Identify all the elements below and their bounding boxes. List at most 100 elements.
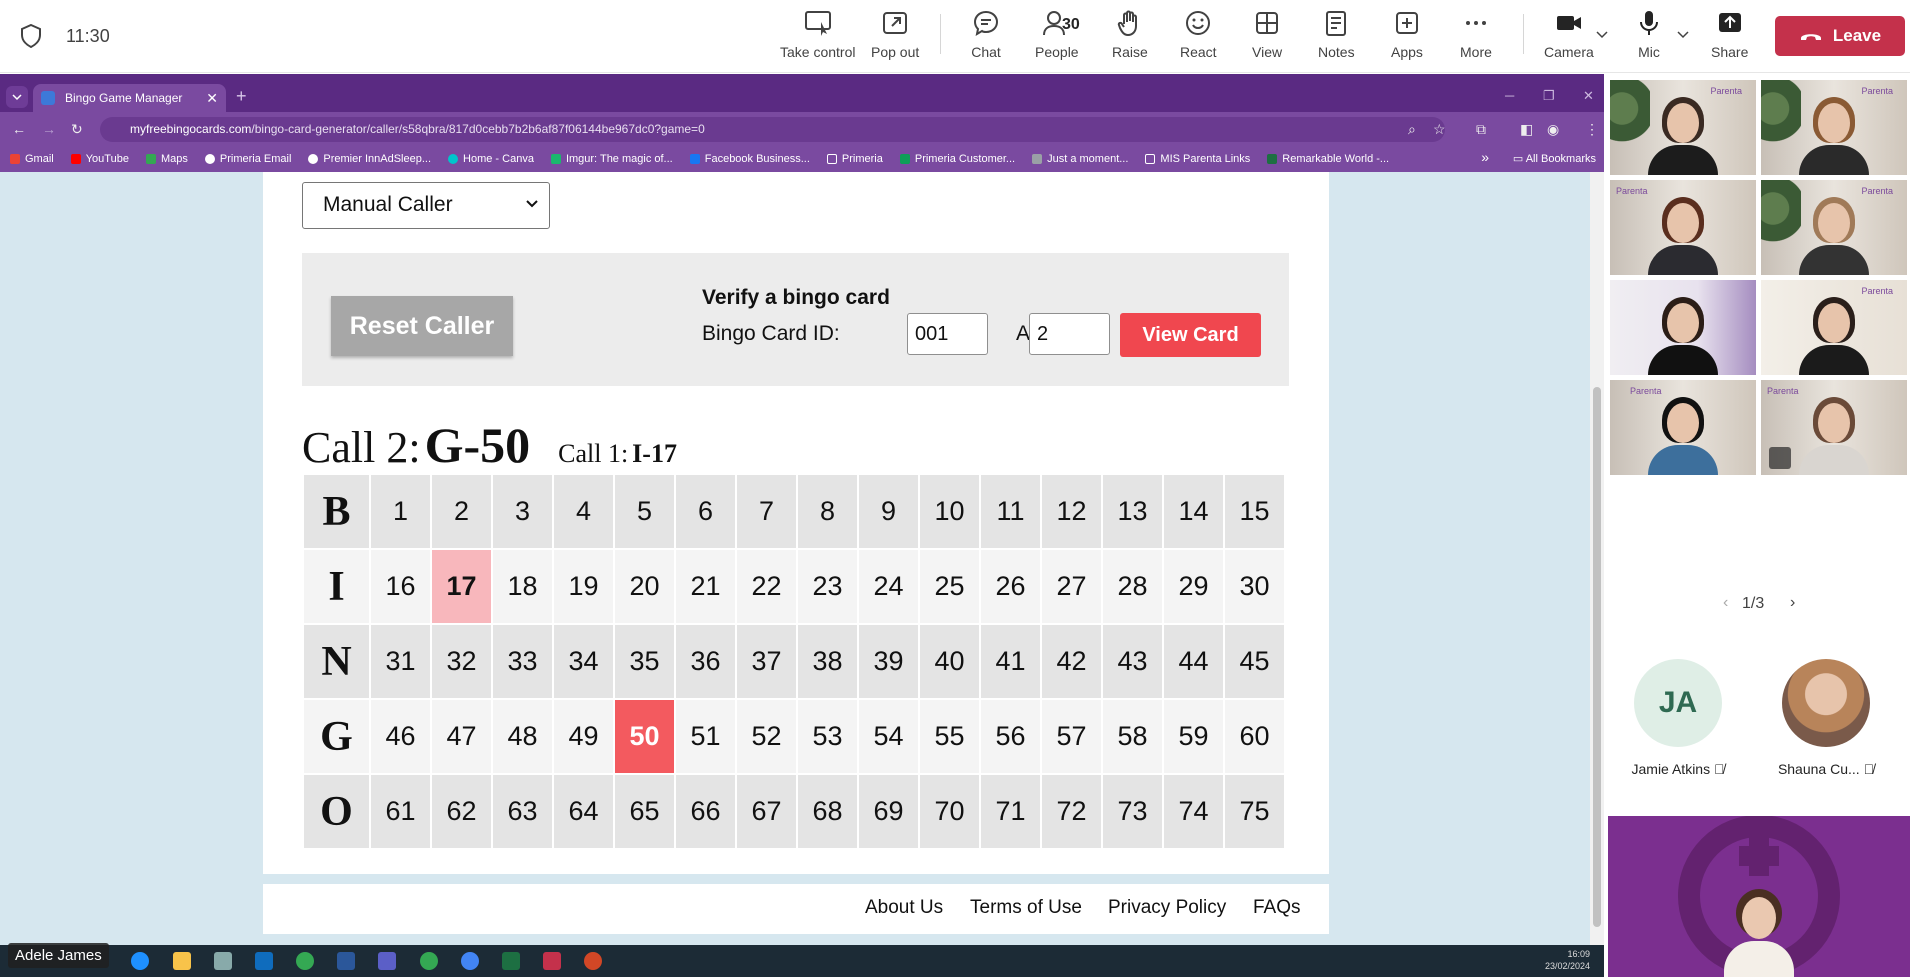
board-number-cell[interactable]: 60: [1225, 700, 1284, 773]
board-number-cell[interactable]: 23: [798, 550, 857, 623]
gallery-next-page-icon[interactable]: ›: [1790, 594, 1795, 612]
video-tile[interactable]: [1610, 280, 1756, 375]
board-number-cell[interactable]: 45: [1225, 625, 1284, 698]
caller-mode-select[interactable]: Manual Caller: [302, 182, 550, 229]
board-number-cell[interactable]: 6: [676, 475, 735, 548]
video-tile[interactable]: Parenta: [1761, 180, 1907, 275]
more-bookmarks-icon[interactable]: »: [1481, 149, 1489, 165]
board-number-cell[interactable]: 3: [493, 475, 552, 548]
board-number-cell[interactable]: 55: [920, 700, 979, 773]
scrollbar-thumb[interactable]: [1593, 387, 1601, 927]
bookmark-item[interactable]: Maps: [145, 153, 188, 165]
browser-menu-icon[interactable]: ⋮: [1585, 121, 1599, 138]
bookmark-item[interactable]: Primeria: [826, 153, 883, 165]
board-number-cell[interactable]: 40: [920, 625, 979, 698]
reload-icon[interactable]: ↻: [71, 121, 83, 138]
excel-icon[interactable]: [502, 952, 520, 970]
chrome-icon[interactable]: [461, 952, 479, 970]
board-number-cell[interactable]: 49: [554, 700, 613, 773]
board-number-cell[interactable]: 30: [1225, 550, 1284, 623]
close-tab-icon[interactable]: ✕: [206, 90, 218, 107]
apps-button[interactable]: Apps: [1391, 8, 1423, 66]
board-number-cell[interactable]: 5: [615, 475, 674, 548]
board-number-cell[interactable]: 46: [371, 700, 430, 773]
board-number-cell[interactable]: 36: [676, 625, 735, 698]
board-number-cell[interactable]: 13: [1103, 475, 1162, 548]
board-number-cell[interactable]: 7: [737, 475, 796, 548]
board-number-cell[interactable]: 12: [1042, 475, 1101, 548]
bookmark-item[interactable]: Facebook Business...: [689, 153, 810, 165]
board-number-cell[interactable]: 25: [920, 550, 979, 623]
board-number-cell[interactable]: 34: [554, 625, 613, 698]
board-number-cell[interactable]: 33: [493, 625, 552, 698]
maximize-icon[interactable]: ❐: [1543, 88, 1555, 104]
audio-participant[interactable]: JA Jamie Atkins 🎙̸: [1608, 659, 1748, 777]
side-panel-icon[interactable]: ◧: [1520, 121, 1533, 138]
board-number-cell[interactable]: 17: [432, 550, 491, 623]
board-number-cell[interactable]: 74: [1164, 775, 1223, 848]
board-number-cell[interactable]: 39: [859, 625, 918, 698]
chat-button[interactable]: Chat: [971, 8, 1001, 66]
board-number-cell[interactable]: 71: [981, 775, 1040, 848]
bookmark-item[interactable]: Just a moment...: [1032, 153, 1128, 165]
bookmark-item[interactable]: YouTube: [70, 153, 129, 165]
board-number-cell[interactable]: 66: [676, 775, 735, 848]
url-field[interactable]: myfreebingocards.com/bingo-card-generato…: [100, 117, 1445, 142]
board-number-cell[interactable]: 4: [554, 475, 613, 548]
board-number-cell[interactable]: 53: [798, 700, 857, 773]
bookmark-item[interactable]: Home - Canva: [448, 153, 534, 165]
back-icon[interactable]: ←: [12, 121, 26, 137]
board-number-cell[interactable]: 16: [371, 550, 430, 623]
profile-icon[interactable]: ◉: [1547, 121, 1559, 138]
board-number-cell[interactable]: 63: [493, 775, 552, 848]
board-number-cell[interactable]: 26: [981, 550, 1040, 623]
card-id-input[interactable]: [907, 313, 988, 355]
leave-button[interactable]: Leave: [1775, 16, 1905, 56]
gallery-prev-page-icon[interactable]: ‹: [1723, 594, 1728, 612]
board-number-cell[interactable]: 57: [1042, 700, 1101, 773]
raise-hand-button[interactable]: Raise: [1112, 8, 1148, 66]
board-number-cell[interactable]: 37: [737, 625, 796, 698]
file-explorer-icon[interactable]: [173, 952, 191, 970]
bookmark-star-icon[interactable]: ☆: [1433, 121, 1446, 138]
browser-tab-active[interactable]: Bingo Game Manager ✕: [33, 84, 226, 112]
minimize-icon[interactable]: ─: [1505, 88, 1514, 103]
terms-of-use-link[interactable]: Terms of Use: [970, 897, 1082, 919]
board-number-cell[interactable]: 43: [1103, 625, 1162, 698]
board-number-cell[interactable]: 58: [1103, 700, 1162, 773]
notes-button[interactable]: Notes: [1318, 8, 1355, 66]
pop-out-button[interactable]: Pop out: [871, 8, 919, 66]
acrobat-icon[interactable]: [543, 952, 561, 970]
board-number-cell[interactable]: 62: [432, 775, 491, 848]
bookmark-item[interactable]: Primeria Email: [204, 153, 291, 165]
chrome-icon[interactable]: [296, 952, 314, 970]
bookmark-item[interactable]: Primeria Customer...: [899, 153, 1015, 165]
self-video-tile[interactable]: [1608, 816, 1910, 977]
bookmark-item[interactable]: Premier InnAdSleep...: [308, 153, 431, 165]
take-control-button[interactable]: Take control: [780, 8, 855, 66]
board-number-cell[interactable]: 28: [1103, 550, 1162, 623]
board-number-cell[interactable]: 41: [981, 625, 1040, 698]
app-icon[interactable]: [214, 952, 232, 970]
audio-participant[interactable]: Shauna Cu... 🎙̸: [1756, 659, 1896, 777]
board-number-cell[interactable]: 59: [1164, 700, 1223, 773]
camera-options-chevron-icon[interactable]: [1595, 30, 1609, 40]
reset-caller-button[interactable]: Reset Caller: [331, 296, 513, 356]
board-number-cell[interactable]: 35: [615, 625, 674, 698]
board-number-cell[interactable]: 56: [981, 700, 1040, 773]
tab-search-button[interactable]: [6, 86, 28, 108]
about-us-link[interactable]: About Us: [865, 897, 943, 919]
board-number-cell[interactable]: 8: [798, 475, 857, 548]
video-tile[interactable]: Parenta: [1761, 80, 1907, 175]
board-number-cell[interactable]: 42: [1042, 625, 1101, 698]
board-number-cell[interactable]: 44: [1164, 625, 1223, 698]
extensions-icon[interactable]: ⧉: [1476, 121, 1486, 138]
faqs-link[interactable]: FAQs: [1253, 897, 1301, 919]
privacy-policy-link[interactable]: Privacy Policy: [1108, 897, 1226, 919]
board-number-cell[interactable]: 64: [554, 775, 613, 848]
board-number-cell[interactable]: 27: [1042, 550, 1101, 623]
board-number-cell[interactable]: 72: [1042, 775, 1101, 848]
all-bookmarks[interactable]: ▭ All Bookmarks: [1513, 152, 1596, 165]
bookmark-item[interactable]: Imgur: The magic of...: [550, 153, 673, 165]
board-number-cell[interactable]: 54: [859, 700, 918, 773]
